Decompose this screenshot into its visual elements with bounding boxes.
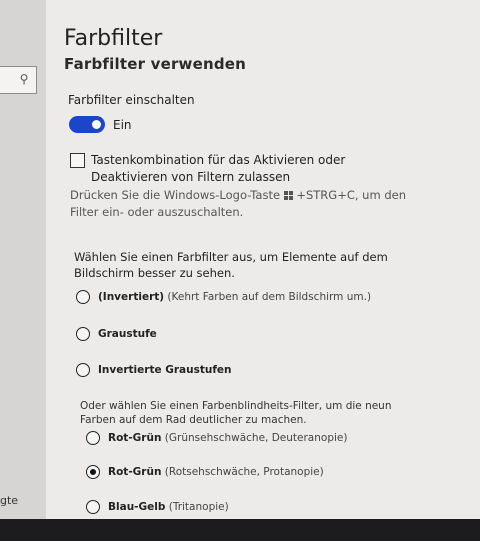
shortcut-description: Drücken Sie die Windows-Logo-Taste +STRG… [70,187,415,221]
radio-label: Graustufe [98,327,157,341]
radio-button[interactable] [76,290,90,304]
nav-item-label[interactable]: gte [0,494,18,507]
toggle-state-text: Ein [113,118,132,132]
color-filter-toggle[interactable] [69,116,105,133]
radio-label: (Invertiert) (Kehrt Farben auf dem Bilds… [98,290,371,304]
radio-button[interactable] [86,465,100,479]
shortcut-checkbox[interactable] [70,153,85,168]
search-icon[interactable]: ⚲ [17,72,31,86]
radio-label: Rot-Grün (Rotsehschwäche, Protanopie) [108,465,324,479]
monitor-bezel [0,519,480,541]
radio-option-name: Rot-Grün [108,466,162,478]
search-input[interactable]: ⚲ [0,66,37,94]
filter-choose-label: Wählen Sie einen Farbfilter aus, um Elem… [74,250,388,280]
radio-option-name: Invertierte Graustufen [98,364,232,376]
radio-option-name: (Invertiert) [98,291,165,303]
radio-button[interactable] [76,363,90,377]
shortcut-checkbox-label[interactable]: Tastenkombination für das Aktivieren ode… [91,152,421,186]
page-title: Farbfilter [64,26,163,51]
radio-option-name: Blau-Gelb [108,501,166,513]
section-title: Farbfilter verwenden [64,55,247,73]
radio-label: Blau-Gelb (Tritanopie) [108,500,229,514]
radio-option-desc: (Kehrt Farben auf dem Bildschirm um.) [167,291,372,303]
radio-button[interactable] [86,431,100,445]
radio-option-name: Rot-Grün [108,432,162,444]
colorblind-filter-label: Oder wählen Sie einen Farbenblindheits-F… [80,400,392,426]
radio-button[interactable] [86,500,100,514]
toggle-knob [92,120,101,129]
radio-option-desc: (Grünsehschwäche, Deuteranopie) [164,432,348,444]
radio-option-desc: (Rotsehschwäche, Protanopie) [164,466,324,478]
settings-content: Farbfilter Farbfilter verwenden Farbfilt… [46,0,480,521]
radio-label: Invertierte Graustufen [98,363,232,377]
toggle-label: Farbfilter einschalten [68,93,195,107]
radio-option-desc: (Tritanopie) [168,501,229,513]
shortcut-desc-before: Drücken Sie die Windows-Logo-Taste [70,188,281,202]
windows-logo-icon [283,191,293,200]
navigation-pane: ⚲ gte [0,0,46,541]
radio-option-name: Graustufe [98,328,157,340]
radio-label: Rot-Grün (Grünsehschwäche, Deuteranopie) [108,431,347,445]
radio-button[interactable] [76,327,90,341]
